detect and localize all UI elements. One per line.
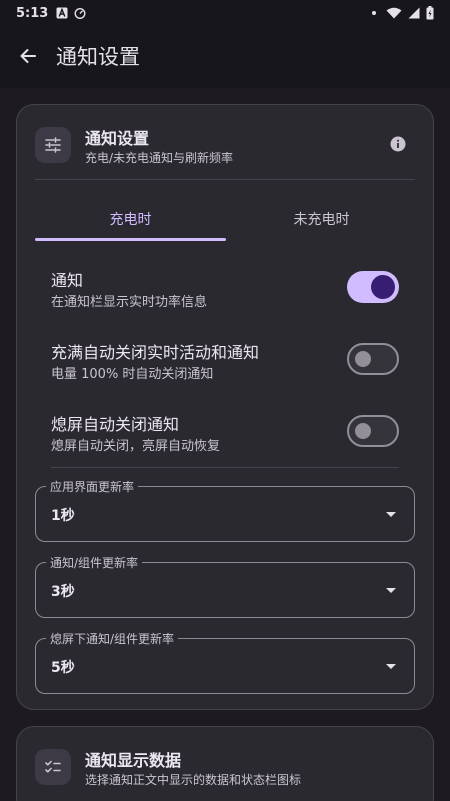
- signal-dot-icon: [372, 11, 376, 15]
- notification-data-card[interactable]: 通知显示数据 选择通知正文中显示的数据和状态栏图标: [16, 726, 434, 801]
- info-button[interactable]: [389, 135, 407, 153]
- font-app-icon: [56, 7, 68, 19]
- select-value: 5秒: [51, 660, 75, 676]
- select-value: 1秒: [51, 508, 75, 524]
- notification-toggle[interactable]: [347, 271, 399, 303]
- setting-title: 通知: [51, 271, 84, 290]
- setting-subtitle: 熄屏自动关闭，亮屏自动恢复: [51, 439, 221, 454]
- card-subtitle: 选择通知正文中显示的数据和状态栏图标: [85, 773, 302, 787]
- header-divider: [35, 179, 415, 180]
- tab-charging[interactable]: 充电时: [35, 197, 226, 241]
- app-refresh-rate-select[interactable]: 应用界面更新率 1秒: [35, 478, 415, 542]
- tune-icon: [35, 127, 71, 163]
- toggle-knob: [355, 351, 371, 367]
- toggle-knob: [371, 275, 395, 299]
- cellular-icon: [408, 7, 420, 19]
- setting-notification[interactable]: 通知 在通知栏显示实时功率信息: [51, 267, 399, 315]
- dropdown-arrow-icon: [386, 512, 396, 517]
- setting-auto-close-full[interactable]: 充满自动关闭实时活动和通知 电量 100% 时自动关闭通知: [51, 339, 399, 387]
- charging-tabs: 充电时 未充电时: [35, 197, 415, 243]
- toggle-knob: [355, 423, 371, 439]
- wifi-icon: [386, 7, 402, 19]
- page-title: 通知设置: [56, 45, 140, 69]
- card-title: 通知显示数据: [85, 751, 182, 770]
- speedometer-icon: [74, 8, 86, 19]
- setting-subtitle: 在通知栏显示实时功率信息: [51, 295, 208, 310]
- status-time: 5:13: [16, 5, 49, 21]
- setting-screen-off-close[interactable]: 熄屏自动关闭通知 熄屏自动关闭，亮屏自动恢复: [51, 411, 399, 459]
- battery-charging-icon: [426, 6, 434, 20]
- tab-indicator: [35, 238, 226, 241]
- setting-subtitle: 电量 100% 时自动关闭通知: [51, 367, 214, 382]
- info-icon: [390, 136, 406, 152]
- status-bar: 5:13: [0, 0, 450, 26]
- settings-scroll-area[interactable]: 通知设置 充电/未充电通知与刷新频率 充电时 未充电时 通知 在通知栏显示实时功…: [0, 88, 450, 801]
- dropdown-arrow-icon: [386, 664, 396, 669]
- select-label: 熄屏下通知/组件更新率: [46, 630, 179, 647]
- app-bar: 通知设置: [0, 36, 450, 76]
- screen-off-refresh-rate-select[interactable]: 熄屏下通知/组件更新率 5秒: [35, 630, 415, 694]
- auto-close-full-toggle[interactable]: [347, 343, 399, 375]
- tab-not-charging[interactable]: 未充电时: [226, 197, 417, 241]
- select-value: 3秒: [51, 584, 75, 600]
- card-title: 通知设置: [85, 129, 150, 148]
- select-label: 通知/组件更新率: [46, 554, 143, 571]
- notification-refresh-rate-select[interactable]: 通知/组件更新率 3秒: [35, 554, 415, 618]
- back-button[interactable]: [0, 36, 56, 76]
- screen-off-close-toggle[interactable]: [347, 415, 399, 447]
- checklist-icon: [35, 749, 71, 785]
- card-header: 通知设置 充电/未充电通知与刷新频率: [35, 125, 415, 165]
- setting-title: 熄屏自动关闭通知: [51, 415, 180, 434]
- notification-settings-card: 通知设置 充电/未充电通知与刷新频率 充电时 未充电时 通知 在通知栏显示实时功…: [16, 104, 434, 710]
- arrow-back-icon: [20, 49, 36, 63]
- card-subtitle: 充电/未充电通知与刷新频率: [85, 151, 234, 165]
- select-label: 应用界面更新率: [46, 478, 139, 495]
- card-header: 通知显示数据 选择通知正文中显示的数据和状态栏图标: [35, 747, 415, 787]
- setting-title: 充满自动关闭实时活动和通知: [51, 343, 260, 362]
- settings-divider: [51, 467, 399, 468]
- dropdown-arrow-icon: [386, 588, 396, 593]
